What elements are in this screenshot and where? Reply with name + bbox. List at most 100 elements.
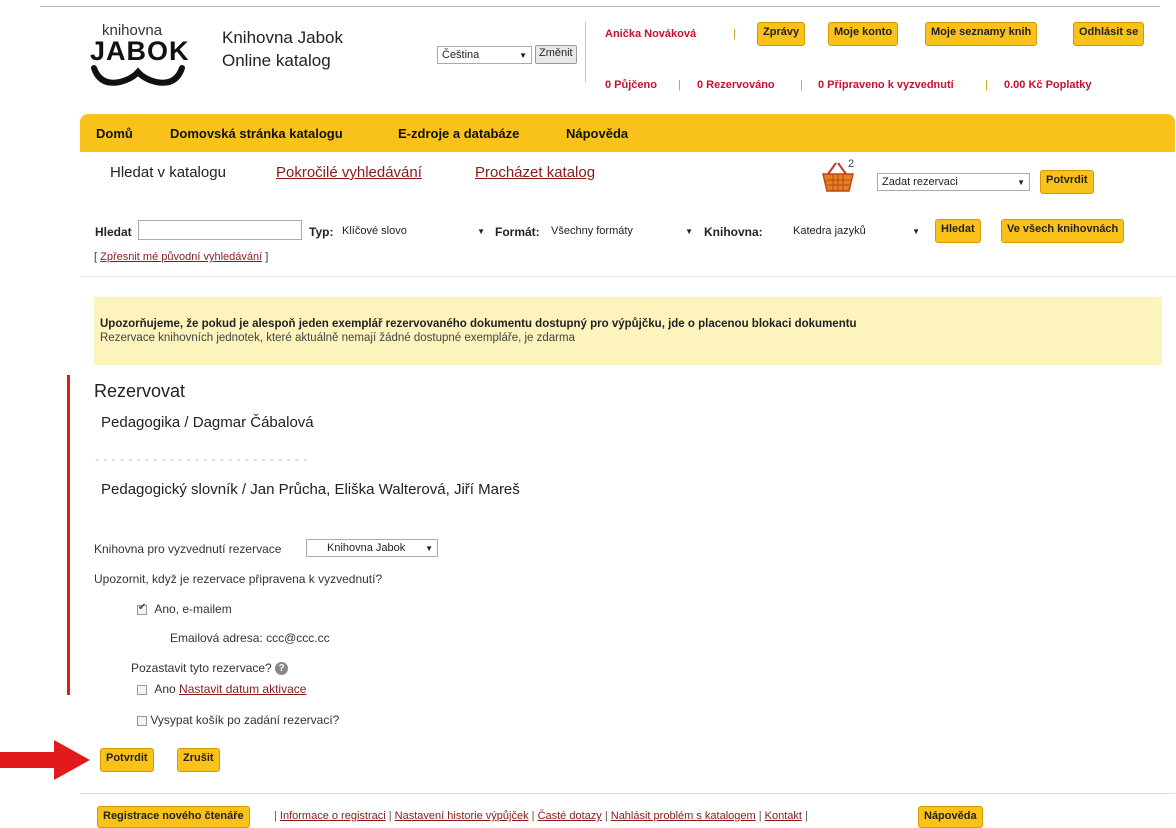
refine-search-link[interactable]: Zpřesnit mé původní vyhledávání bbox=[100, 251, 262, 263]
email-address-label: Emailová adresa: bbox=[170, 631, 263, 645]
logout-button[interactable]: Odhlásit se bbox=[1073, 22, 1145, 46]
type-select-value: Klíčové slovo bbox=[342, 225, 407, 237]
library-select-value: Katedra jazyků bbox=[793, 225, 866, 237]
empty-cart-option[interactable]: Vysypat košík po zadání rezervací? bbox=[137, 713, 339, 727]
type-select[interactable]: Klíčové slovo ▼ bbox=[337, 222, 490, 240]
chevron-down-icon: ▼ bbox=[1017, 177, 1025, 187]
cart-action-select[interactable]: Zadat rezervaci ▼ bbox=[877, 173, 1030, 191]
language-select-value: Čeština bbox=[442, 49, 480, 61]
footer-divider bbox=[80, 793, 1175, 794]
top-border bbox=[40, 6, 1160, 7]
tab-search[interactable]: Hledat v katalogu bbox=[110, 164, 226, 181]
reserve-item-divider: - - - - - - - - - - - - - - - - - - - - … bbox=[95, 452, 308, 466]
search-input[interactable] bbox=[138, 220, 302, 240]
notify-email-checkbox[interactable] bbox=[137, 602, 147, 615]
notify-email-option[interactable]: Ano, e-mailem bbox=[137, 602, 232, 616]
search-all-libraries-button[interactable]: Ve všech knihovnách bbox=[1001, 219, 1125, 243]
reserve-cancel-button[interactable]: Zrušit bbox=[177, 748, 220, 772]
suspend-option[interactable]: Ano Nastavit datum aktivace bbox=[137, 682, 306, 696]
messages-button[interactable]: Zprávy bbox=[757, 22, 806, 46]
notify-question: Upozornit, když je rezervace připravena … bbox=[94, 572, 383, 586]
set-activation-date-link[interactable]: Nastavit datum aktivace bbox=[179, 682, 306, 696]
nav-home[interactable]: Domů bbox=[96, 126, 133, 141]
my-lists-button[interactable]: Moje seznamy knih bbox=[925, 22, 1038, 46]
arrow-right-icon bbox=[0, 740, 90, 780]
search-button[interactable]: Hledat bbox=[935, 219, 981, 243]
type-label: Typ: bbox=[309, 225, 334, 239]
my-account-button[interactable]: Moje konto bbox=[828, 22, 899, 46]
header-divider bbox=[585, 22, 586, 82]
suspend-question-text: Pozastavit tyto rezervace? bbox=[131, 661, 272, 675]
reserve-confirm-button[interactable]: Potvrdit bbox=[100, 748, 154, 772]
tab-advanced[interactable]: Pokročilé vyhledávání bbox=[276, 164, 422, 181]
refine-bracket-close: ] bbox=[265, 251, 269, 263]
suspend-question: Pozastavit tyto rezervace? ? bbox=[131, 661, 289, 676]
format-select[interactable]: Všechny formáty ▼ bbox=[546, 222, 698, 240]
notify-email-label: Ano, e-mailem bbox=[154, 602, 232, 616]
nav-help[interactable]: Nápověda bbox=[566, 126, 628, 141]
reserve-item-title: Pedagogika / Dagmar Čábalová bbox=[101, 414, 314, 431]
site-title-line2: Online katalog bbox=[222, 51, 331, 70]
site-title: Knihovna Jabok Online katalog bbox=[222, 26, 343, 72]
cart-confirm-button[interactable]: Potvrdit bbox=[1040, 170, 1094, 194]
chevron-down-icon: ▼ bbox=[912, 226, 920, 236]
cart-action-value: Zadat rezervaci bbox=[882, 176, 958, 188]
chevron-down-icon: ▼ bbox=[477, 226, 485, 236]
register-reader-button[interactable]: Registrace nového čtenáře bbox=[97, 806, 250, 828]
notice-box: Upozorňujeme, že pokud je alespoň jeden … bbox=[94, 297, 1162, 365]
empty-cart-checkbox[interactable] bbox=[137, 715, 147, 726]
separator: | bbox=[733, 28, 736, 40]
footer-link-contact[interactable]: Kontakt bbox=[765, 810, 802, 822]
footer-link-faq[interactable]: Časté dotazy bbox=[538, 810, 602, 822]
footer-link-registration-info[interactable]: Informace o registraci bbox=[280, 810, 386, 822]
footer-link-history-settings[interactable]: Nastavení historie výpůjček bbox=[395, 810, 529, 822]
cart-count: 2 bbox=[848, 158, 855, 170]
notice-text: Rezervace knihovních jednotek, které akt… bbox=[100, 332, 575, 344]
pickup-library-value: Knihovna Jabok bbox=[327, 542, 406, 554]
notice-bold-text: Upozorňujeme, že pokud je alespoň jeden … bbox=[100, 318, 857, 330]
language-change-button[interactable]: Změnit bbox=[535, 45, 577, 64]
pickup-library-select[interactable]: Knihovna Jabok ▼ bbox=[306, 539, 438, 557]
separator: | bbox=[388, 810, 392, 822]
stat-borrowed[interactable]: 0 Půjčeno bbox=[605, 79, 657, 91]
footer-links: | Informace o registraci | Nastavení his… bbox=[274, 810, 808, 822]
chevron-down-icon: ▼ bbox=[519, 50, 527, 60]
library-select[interactable]: Katedra jazyků ▼ bbox=[772, 222, 925, 240]
empty-cart-label: Vysypat košík po zadání rezervací? bbox=[150, 713, 340, 727]
separator: | bbox=[274, 810, 277, 822]
refine-search: [ Zpřesnit mé původní vyhledávání ] bbox=[94, 251, 268, 263]
logo-main-text: JABOK bbox=[90, 36, 190, 66]
chevron-down-icon: ▼ bbox=[685, 226, 693, 236]
logo-mustache-icon bbox=[91, 65, 185, 86]
language-select[interactable]: Čeština ▼ bbox=[437, 46, 532, 64]
divider bbox=[80, 276, 1175, 277]
separator: | bbox=[531, 810, 535, 822]
separator: | bbox=[805, 810, 808, 822]
site-title-line1: Knihovna Jabok bbox=[222, 28, 343, 47]
help-icon[interactable]: ? bbox=[275, 662, 289, 676]
footer-help-button[interactable]: Nápověda bbox=[918, 806, 983, 828]
format-select-value: Všechny formáty bbox=[551, 225, 633, 237]
nav-eresources[interactable]: E-zdroje a databáze bbox=[398, 126, 519, 141]
footer-link-report-problem[interactable]: Nahlásit problém s katalogem bbox=[611, 810, 756, 822]
refine-bracket-open: [ bbox=[94, 251, 98, 263]
stat-fines[interactable]: 0.00 Kč Poplatky bbox=[1004, 79, 1091, 91]
logo[interactable]: knihovna JABOK bbox=[88, 20, 190, 86]
chevron-down-icon: ▼ bbox=[425, 543, 433, 553]
nav-catalog-home[interactable]: Domovská stránka katalogu bbox=[170, 126, 343, 141]
reserve-item-title: Pedagogický slovník / Jan Průcha, Eliška… bbox=[101, 481, 520, 498]
suspend-checkbox[interactable] bbox=[137, 684, 147, 695]
separator: | bbox=[800, 79, 803, 91]
stat-reserved[interactable]: 0 Rezervováno bbox=[697, 79, 775, 91]
email-address-value: ccc@ccc.cc bbox=[266, 631, 330, 645]
format-label: Formát: bbox=[495, 225, 540, 239]
search-label: Hledat bbox=[95, 225, 132, 239]
email-address: Emailová adresa: ccc@ccc.cc bbox=[170, 631, 330, 645]
suspend-yes-label: Ano bbox=[154, 682, 176, 696]
stat-ready[interactable]: 0 Připraveno k vyzvednutí bbox=[818, 79, 954, 91]
separator: | bbox=[758, 810, 762, 822]
separator: | bbox=[678, 79, 681, 91]
tab-browse[interactable]: Procházet katalog bbox=[475, 164, 595, 181]
reserve-heading: Rezervovat bbox=[94, 381, 186, 401]
pickup-label: Knihovna pro vyzvednutí rezervace bbox=[94, 542, 282, 556]
